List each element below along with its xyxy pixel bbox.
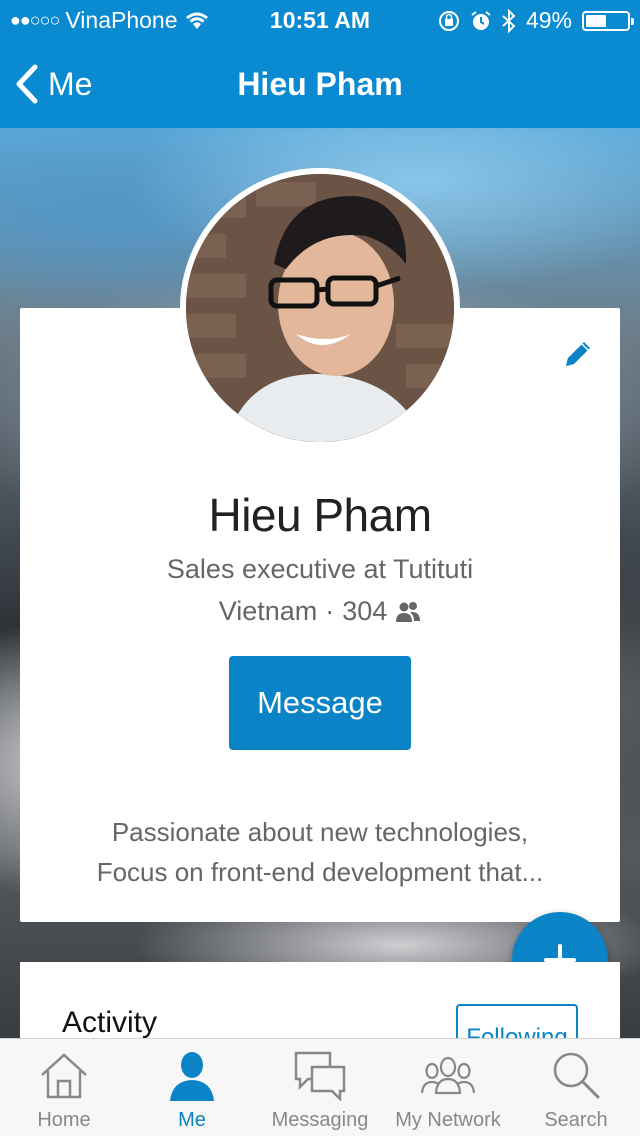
profile-summary[interactable]: Passionate about new technologies, Focus… [40,812,600,892]
navigation-bar: Me Hieu Pham [0,40,640,128]
tab-label: Me [178,1109,206,1131]
profile-meta: Vietnam · 304 [20,596,620,627]
profile-location: Vietnam [218,596,318,626]
activity-card: Activity Following [20,962,620,1042]
tab-label: Home [37,1109,91,1131]
battery-icon [582,10,634,31]
tab-label: Messaging [271,1109,369,1131]
person-icon [170,1052,214,1101]
search-icon [553,1052,600,1099]
home-icon [41,1053,87,1099]
battery-percent: 49% [525,7,572,33]
tab-messaging[interactable]: Messaging [256,1039,384,1136]
messaging-icon [294,1051,346,1101]
tab-home[interactable]: Home [0,1039,128,1136]
status-right: 49% [438,7,634,34]
profile-photo [186,174,454,442]
avatar[interactable] [180,168,460,448]
summary-line: Passionate about new technologies, [111,817,529,847]
tab-me[interactable]: Me [128,1039,256,1136]
meta-separator: · [325,596,335,626]
tab-search[interactable]: Search [512,1039,640,1136]
alarm-icon [471,10,491,30]
tab-bar: Home Me Messaging My Network Search [0,1038,640,1136]
battery-level [586,14,606,27]
orientation-lock-icon [438,10,459,31]
summary-line: Focus on front-end development that... [96,857,544,887]
tab-label: My Network [395,1109,501,1131]
connections-icon [396,601,421,622]
connections-count[interactable]: 304 [342,596,387,627]
message-button[interactable]: Message [229,656,411,750]
bluetooth-icon [502,8,516,33]
activity-title: Activity [62,1006,158,1039]
edit-profile-button[interactable] [560,336,596,372]
profile-name: Hieu Pham [208,489,432,541]
pencil-icon [566,342,590,366]
network-icon [420,1056,476,1095]
tab-label: Search [544,1109,608,1131]
tab-my-network[interactable]: My Network [384,1039,512,1136]
status-bar: ●●○○○ VinaPhone 10:51 AM 49% [0,0,640,40]
profile-headline: Sales executive at Tutituti [166,554,474,584]
page-title: Hieu Pham [237,66,403,102]
following-button[interactable]: Following [456,1004,578,1042]
